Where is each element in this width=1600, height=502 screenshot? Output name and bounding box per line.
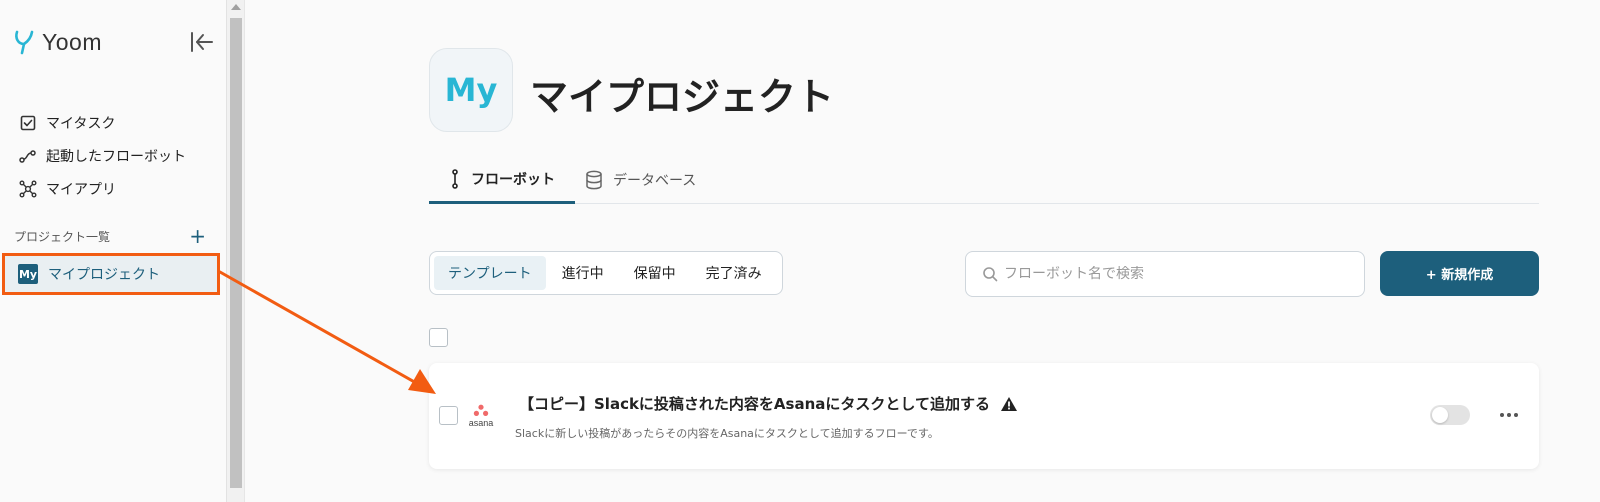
search-icon xyxy=(983,267,998,282)
sidebar-item-label: マイアプリ xyxy=(46,181,116,198)
filter-on-hold[interactable]: 保留中 xyxy=(620,256,690,290)
status-filter-group: テンプレート 進行中 保留中 完了済み xyxy=(429,251,783,295)
asana-logo-icon: asana xyxy=(465,404,497,428)
sidebar-scrollbar[interactable] xyxy=(226,0,244,502)
app-root: Yoom マイタスク 起動したフローボット マイアプリ プロジェクト一覧 + M… xyxy=(0,0,1600,502)
tab-label: データベース xyxy=(613,173,697,189)
database-icon xyxy=(586,170,602,190)
scrollbar-thumb[interactable] xyxy=(230,18,242,488)
sidebar-item-label: 起動したフローボット xyxy=(46,148,186,165)
select-all-checkbox[interactable] xyxy=(429,328,448,347)
tabs-bar: フローボット データベース xyxy=(429,156,1539,204)
project-icon-text: My xyxy=(444,71,498,109)
flow-icon xyxy=(18,146,38,166)
tab-label: フローボット xyxy=(471,171,555,188)
collapse-sidebar-icon[interactable] xyxy=(189,31,215,53)
warning-icon xyxy=(1000,396,1017,411)
flowbot-enable-toggle[interactable] xyxy=(1430,405,1470,425)
sidebar-item-my-apps[interactable]: マイアプリ xyxy=(18,172,186,205)
page-title: マイプロジェクト xyxy=(530,75,835,119)
scroll-up-arrow-icon[interactable] xyxy=(231,4,241,10)
filter-completed[interactable]: 完了済み xyxy=(692,256,776,290)
new-create-button[interactable]: + 新規作成 xyxy=(1380,251,1539,296)
flowbot-description: Slackに新しい投稿があったらその内容をAsanaにタスクとして追加するフロー… xyxy=(515,427,939,440)
search-input[interactable] xyxy=(1004,266,1344,282)
filter-template[interactable]: テンプレート xyxy=(434,256,546,290)
tab-database[interactable]: データベース xyxy=(585,156,696,204)
search-box xyxy=(965,251,1365,297)
filter-in-progress[interactable]: 進行中 xyxy=(548,256,618,290)
main-content: My マイプロジェクト フローボット データベース テンプレート 進行中 保留中… xyxy=(245,0,1600,502)
asana-logo-text: asana xyxy=(468,418,494,428)
yoom-logo-mark-icon xyxy=(15,30,34,55)
flowbot-select-checkbox[interactable] xyxy=(439,406,458,425)
more-options-icon[interactable] xyxy=(1497,403,1521,427)
tab-flowbot[interactable]: フローボット xyxy=(429,156,575,204)
flowbot-card[interactable]: asana 【コピー】Slackに投稿された内容をAsanaにタスクとして追加す… xyxy=(429,363,1539,469)
add-project-button[interactable]: + xyxy=(189,226,206,246)
sidebar-nav: マイタスク 起動したフローボット マイアプリ xyxy=(18,106,186,205)
projects-heading: プロジェクト一覧 xyxy=(14,229,111,244)
sidebar: Yoom マイタスク 起動したフローボット マイアプリ プロジェクト一覧 + M… xyxy=(0,0,226,502)
flowbot-title-text: 【コピー】Slackに投稿された内容をAsanaにタスクとして追加する xyxy=(519,395,990,413)
apps-icon xyxy=(18,179,38,199)
flowbot-title[interactable]: 【コピー】Slackに投稿された内容をAsanaにタスクとして追加する xyxy=(519,393,1018,414)
sidebar-item-my-tasks[interactable]: マイタスク xyxy=(18,106,186,139)
sidebar-item-label: マイタスク xyxy=(46,115,116,132)
checkbox-icon xyxy=(18,113,38,133)
projects-section-header: プロジェクト一覧 + xyxy=(14,226,206,246)
logo-wordmark: Yoom xyxy=(42,28,102,55)
project-icon: My xyxy=(429,48,513,132)
sidebar-item-launched-flowbots[interactable]: 起動したフローボット xyxy=(18,139,186,172)
sidebar-item-my-project[interactable]: My マイプロジェクト xyxy=(2,253,220,295)
sidebar-item-label: マイプロジェクト xyxy=(48,267,160,283)
yoom-logo[interactable]: Yoom xyxy=(12,28,102,56)
toggle-knob xyxy=(1432,407,1448,423)
flowbot-icon xyxy=(452,168,458,189)
project-badge: My xyxy=(18,264,38,284)
